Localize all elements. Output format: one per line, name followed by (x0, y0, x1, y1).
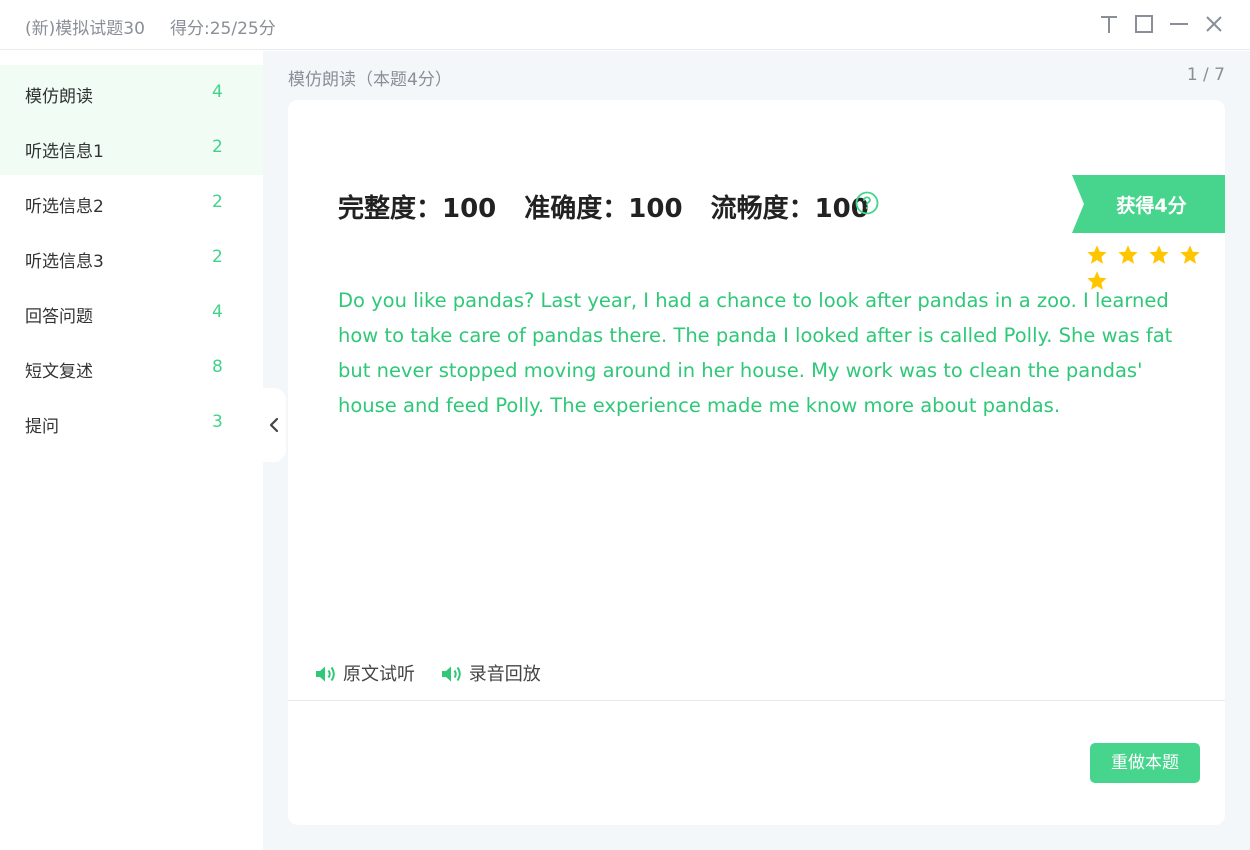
total-score: 得分:25/25分 (170, 19, 276, 39)
recording-playback-button[interactable]: 录音回放 (441, 660, 541, 686)
audio-controls: 原文试听 录音回放 (315, 660, 561, 686)
minimize-icon[interactable] (1168, 13, 1190, 35)
sidebar-item-label: 听选信息2 (25, 197, 104, 217)
speaker-icon (441, 666, 461, 682)
sidebar-item-label: 模仿朗读 (25, 87, 93, 107)
sidebar-item-ask-questions[interactable]: 提问 3 (0, 395, 263, 450)
reading-passage: Do you like pandas? Last year, I had a c… (338, 289, 1173, 417)
sidebar-item-score: 2 (212, 192, 223, 212)
original-audio-button[interactable]: 原文试听 (315, 660, 415, 686)
title-bar: (新)模拟试题30 得分:25/25分 (0, 0, 1250, 50)
sidebar-item-listening-2[interactable]: 听选信息2 2 (0, 175, 263, 230)
star-icon (1180, 245, 1200, 264)
speaker-icon (316, 666, 335, 682)
sidebar-item-score: 8 (212, 357, 223, 377)
sidebar-item-score: 4 (212, 82, 223, 102)
sidebar-item-score: 2 (212, 137, 223, 157)
window-title: (新)模拟试题30 (25, 19, 145, 39)
sidebar-item-imitate-reading[interactable]: 模仿朗读 4 (0, 65, 263, 120)
sidebar-item-label: 听选信息3 (25, 252, 104, 272)
sidebar-item-answer-questions[interactable]: 回答问题 4 (0, 285, 263, 340)
star-rating (1086, 244, 1225, 290)
fluency-score: 流畅度：100 (710, 194, 869, 224)
sidebar-collapse-toggle[interactable] (262, 388, 286, 462)
sidebar-item-listening-3[interactable]: 听选信息3 2 (0, 230, 263, 285)
star-icon (1087, 245, 1107, 264)
question-sidebar: 模仿朗读 4 听选信息1 2 听选信息2 2 听选信息3 2 回答问题 4 短文… (0, 51, 263, 850)
sidebar-item-listening-1[interactable]: 听选信息1 2 (0, 120, 263, 175)
star-icon (1118, 245, 1138, 264)
sidebar-item-score: 3 (212, 412, 223, 432)
sidebar-item-label: 听选信息1 (25, 142, 104, 162)
score-metrics: 完整度：100 准确度：100 流畅度：100 (338, 188, 897, 225)
divider (288, 700, 1225, 701)
accuracy-score: 准确度：100 (524, 194, 683, 224)
sidebar-item-retell[interactable]: 短文复述 8 (0, 340, 263, 395)
question-pager: 1 / 7 (1186, 65, 1225, 85)
main-panel: 模仿朗读（本题4分） 1 / 7 完整度：100 准确度：100 流畅度：100 获… (263, 51, 1250, 850)
redo-question-button[interactable]: 重做本题 (1090, 743, 1200, 783)
sidebar-item-label: 回答问题 (25, 307, 93, 327)
close-icon[interactable] (1203, 13, 1225, 35)
earned-score-ribbon: 获得4分 (1072, 175, 1225, 233)
section-title: 模仿朗读（本题4分） (288, 70, 452, 90)
pin-icon[interactable] (1098, 13, 1120, 35)
sidebar-item-score: 4 (212, 302, 223, 322)
sidebar-item-label: 提问 (25, 417, 59, 437)
question-circle-icon[interactable] (855, 191, 879, 215)
maximize-icon[interactable] (1133, 13, 1155, 35)
completeness-score: 完整度：100 (338, 194, 497, 224)
original-audio-label: 原文试听 (343, 664, 415, 685)
sidebar-item-score: 2 (212, 247, 223, 267)
result-card: 完整度：100 准确度：100 流畅度：100 获得4分 Do you like p… (288, 100, 1225, 825)
recording-playback-label: 录音回放 (468, 664, 541, 685)
chevron-left-icon (269, 417, 279, 433)
star-icon (1149, 245, 1169, 264)
earned-score-label: 获得4分 (1116, 195, 1187, 217)
sidebar-item-label: 短文复述 (25, 362, 93, 382)
